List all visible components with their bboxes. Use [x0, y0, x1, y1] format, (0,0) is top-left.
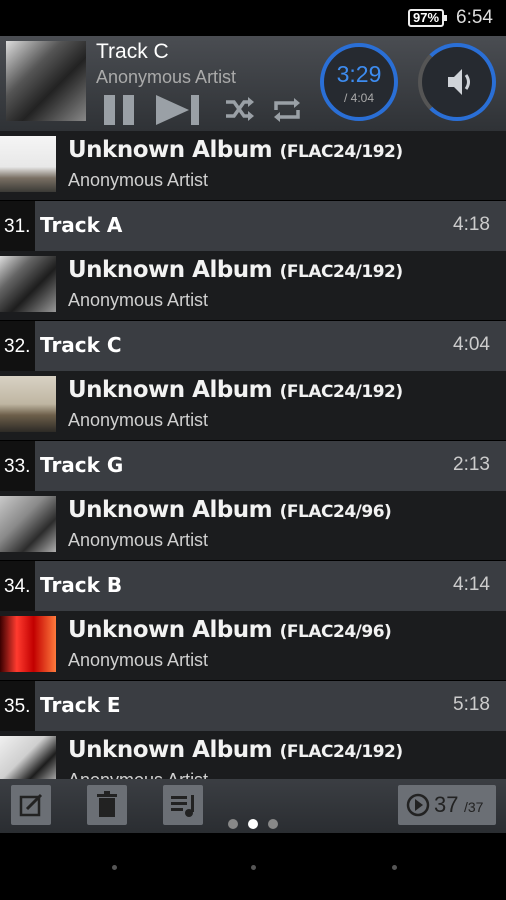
track-duration: 2:13	[453, 454, 490, 475]
track-number: 33.	[4, 456, 31, 477]
edit-button[interactable]	[11, 785, 51, 825]
playlist[interactable]: Unknown Album (FLAC24/192) Anonymous Art…	[0, 131, 506, 779]
queue-button[interactable]	[163, 785, 203, 825]
track-number: 31.	[4, 216, 31, 237]
album-name: Unknown Album (FLAC24/96)	[68, 497, 392, 523]
battery-level: 97%	[412, 10, 440, 25]
skip-next-icon	[156, 95, 199, 125]
album-name: Unknown Album (FLAC24/192)	[68, 737, 403, 763]
album-format: (FLAC24/96)	[279, 622, 392, 642]
page-dot	[268, 819, 278, 829]
album-artist: Anonymous Artist	[68, 650, 209, 670]
album-thumbnail	[0, 496, 56, 552]
queue-position: 37	[434, 792, 459, 817]
album-thumbnail	[0, 256, 56, 312]
track-title: Track A	[40, 213, 123, 237]
now-playing-panel: Track C Anonymous Artist 3:29 / 4:04	[0, 36, 506, 132]
album-format: (FLAC24/192)	[279, 742, 403, 762]
album-name: Unknown Album (FLAC24/96)	[68, 617, 392, 643]
page-dot-active	[248, 819, 258, 829]
track-duration: 5:18	[453, 694, 490, 715]
repeat-button[interactable]	[272, 94, 302, 131]
album-artist: Anonymous Artist	[68, 530, 209, 550]
album-format: (FLAC24/96)	[279, 502, 392, 522]
track-duration: 4:14	[453, 574, 490, 595]
track-row[interactable]: 35. Track E 5:18	[0, 681, 506, 731]
nav-home-button[interactable]	[251, 865, 256, 870]
now-playing-artist: Anonymous Artist	[96, 67, 237, 87]
pause-button[interactable]	[102, 94, 138, 131]
album-title: Unknown Album	[68, 377, 273, 403]
nav-recents-button[interactable]	[392, 865, 397, 870]
track-title: Track G	[40, 453, 124, 477]
album-format: (FLAC24/192)	[279, 382, 403, 402]
album-group-header[interactable]: Unknown Album (FLAC24/192) Anonymous Art…	[0, 251, 506, 321]
album-format: (FLAC24/192)	[279, 142, 403, 162]
nav-back-button[interactable]	[112, 865, 117, 870]
album-group-header[interactable]: Unknown Album (FLAC24/192) Anonymous Art…	[0, 131, 506, 201]
status-clock: 6:54	[456, 7, 493, 28]
track-title: Track E	[40, 693, 121, 717]
album-title: Unknown Album	[68, 257, 273, 283]
album-artist: Anonymous Artist	[68, 410, 209, 430]
system-nav-bar	[0, 833, 506, 900]
page-indicator	[228, 819, 288, 833]
album-thumbnail	[0, 376, 56, 432]
edit-icon	[19, 793, 43, 817]
now-playing-title: Track C	[96, 40, 169, 63]
track-row[interactable]: 33. Track G 2:13	[0, 441, 506, 491]
volume-icon	[448, 69, 470, 95]
total-time: / 4:04	[343, 91, 375, 105]
delete-button[interactable]	[87, 785, 127, 825]
album-group-header[interactable]: Unknown Album (FLAC24/192) Anonymous Art…	[0, 731, 506, 779]
album-title: Unknown Album	[68, 617, 273, 643]
track-number: 34.	[4, 576, 31, 597]
trash-icon	[97, 791, 117, 817]
status-bar: 97% 6:54	[0, 0, 506, 36]
album-format: (FLAC24/192)	[279, 262, 403, 282]
elapsed-time: 3:29	[336, 61, 382, 87]
next-track-button[interactable]	[155, 94, 201, 131]
playlist-toolbar: 37 /37	[0, 779, 506, 833]
track-title: Track C	[40, 333, 122, 357]
page-dot	[228, 819, 238, 829]
track-row[interactable]: 32. Track C 4:04	[0, 321, 506, 371]
album-title: Unknown Album	[68, 737, 273, 763]
track-title: Track B	[40, 573, 123, 597]
album-title: Unknown Album	[68, 497, 273, 523]
now-playing-count-button[interactable]: 37 /37	[398, 785, 496, 825]
album-thumbnail	[0, 616, 56, 672]
album-group-header[interactable]: Unknown Album (FLAC24/96) Anonymous Arti…	[0, 491, 506, 561]
playlist-music-icon	[171, 795, 194, 817]
album-artist: Anonymous Artist	[68, 290, 209, 310]
track-number: 35.	[4, 696, 31, 717]
album-title: Unknown Album	[68, 137, 273, 163]
track-duration: 4:18	[453, 214, 490, 235]
album-name: Unknown Album (FLAC24/192)	[68, 377, 403, 403]
pause-icon	[104, 95, 134, 125]
album-thumbnail	[0, 136, 56, 192]
track-duration: 4:04	[453, 334, 490, 355]
album-artist: Anonymous Artist	[68, 770, 208, 779]
playback-time-dial[interactable]: 3:29 / 4:04	[320, 43, 398, 121]
album-group-header[interactable]: Unknown Album (FLAC24/192) Anonymous Art…	[0, 371, 506, 441]
volume-dial[interactable]	[418, 43, 496, 121]
album-group-header[interactable]: Unknown Album (FLAC24/96) Anonymous Arti…	[0, 611, 506, 681]
repeat-icon	[274, 98, 300, 122]
album-name: Unknown Album (FLAC24/192)	[68, 257, 403, 283]
play-circle-icon	[406, 793, 430, 817]
track-row[interactable]: 31. Track A 4:18	[0, 201, 506, 251]
shuffle-button[interactable]	[224, 94, 254, 131]
shuffle-icon	[226, 97, 254, 121]
queue-total: /37	[464, 799, 484, 815]
album-artist: Anonymous Artist	[68, 170, 209, 190]
track-row[interactable]: 34. Track B 4:14	[0, 561, 506, 611]
track-number: 32.	[4, 336, 31, 357]
album-name: Unknown Album (FLAC24/192)	[68, 137, 403, 163]
now-playing-album-art[interactable]	[6, 41, 86, 121]
battery-indicator: 97%	[408, 9, 447, 27]
album-thumbnail	[0, 736, 56, 779]
